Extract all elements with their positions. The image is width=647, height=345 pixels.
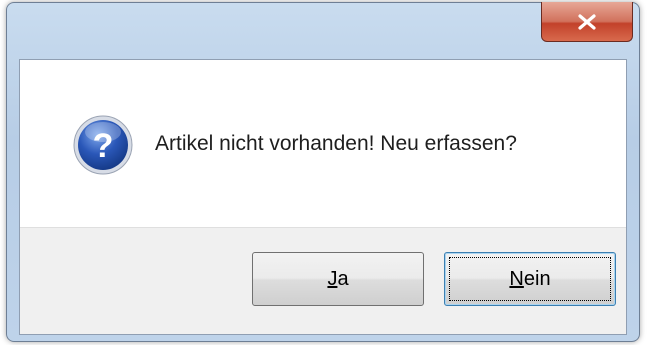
yes-mnemonic: J bbox=[327, 267, 338, 290]
close-button[interactable] bbox=[541, 2, 633, 42]
no-button-label: Nein bbox=[509, 268, 550, 291]
no-mnemonic: N bbox=[509, 267, 524, 290]
yes-button-label: Ja bbox=[327, 268, 348, 291]
message-dialog-window: ? Artikel nicht vorhanden! Neu erfassen?… bbox=[6, 2, 640, 342]
close-icon bbox=[578, 13, 596, 30]
svg-text:?: ? bbox=[93, 127, 114, 165]
question-icon: ? bbox=[73, 115, 133, 175]
no-label-rest: ein bbox=[523, 267, 551, 290]
title-bar[interactable] bbox=[7, 2, 639, 59]
dialog-client-area: ? Artikel nicht vorhanden! Neu erfassen?… bbox=[19, 59, 627, 335]
message-area: ? Artikel nicht vorhanden! Neu erfassen? bbox=[20, 60, 626, 230]
no-button[interactable]: Nein bbox=[444, 252, 616, 306]
yes-button[interactable]: Ja bbox=[252, 252, 424, 306]
dialog-message: Artikel nicht vorhanden! Neu erfassen? bbox=[155, 132, 517, 155]
yes-label-rest: a bbox=[337, 267, 349, 290]
button-area: Ja Nein bbox=[20, 227, 626, 334]
